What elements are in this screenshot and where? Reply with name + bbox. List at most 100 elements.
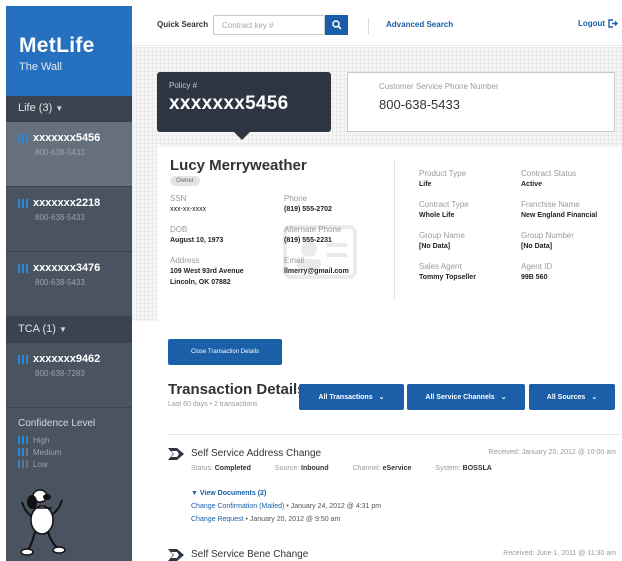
- app-name: The Wall: [19, 61, 62, 73]
- filter-transactions-dropdown[interactable]: All Transactions ⌄: [299, 384, 404, 410]
- logout-link[interactable]: Logout: [578, 19, 619, 28]
- phone-value: (819) 555-2702: [284, 206, 332, 213]
- phone-field: Phone (819) 555-2702: [284, 194, 332, 213]
- policy-number: xxxxxxx9462: [33, 353, 101, 365]
- chevron-down-icon: ⌄: [378, 394, 385, 401]
- transaction-item: Self Service Bene Change Received: June …: [168, 549, 622, 561]
- confidence-high-icon: [18, 133, 28, 143]
- policy-phone: 800-638-5433: [35, 278, 85, 287]
- sales-agent-value: Tommy Topseller: [419, 274, 476, 281]
- customer-panel: Lucy Merryweather Owner SSN xxx-xx-xxxx …: [157, 147, 622, 321]
- group-name-field: Group Name [No Data]: [419, 231, 465, 250]
- triangle-down-icon: ▼: [191, 490, 198, 497]
- confidence-high-icon: [18, 263, 28, 273]
- divider: [394, 159, 395, 299]
- customer-name: Lucy Merryweather: [170, 157, 307, 174]
- transaction-item: Self Service Address Change Received: Ja…: [168, 448, 622, 538]
- top-bar: Quick Search Advanced Search Logout: [132, 6, 622, 46]
- sidebar-section-life[interactable]: Life (3) ▼: [6, 96, 132, 122]
- sales-agent-field: Sales Agent Tommy Topseller: [419, 262, 476, 281]
- transaction-name: Self Service Bene Change: [191, 549, 309, 560]
- contract-status-field: Contract Status Active: [521, 169, 577, 188]
- customer-service-card: Customer Service Phone Number 800-638-54…: [347, 72, 615, 132]
- logout-icon: [608, 19, 619, 28]
- close-transaction-details-button[interactable]: Close Transaction Details: [168, 339, 282, 365]
- product-type-field: Product Type Life: [419, 169, 466, 188]
- sidebar-policy-item[interactable]: xxxxxxx3476 800-638-5433: [6, 252, 132, 317]
- section-label: Life (3): [18, 102, 53, 114]
- address-field: Address 109 West 93rd Avenue Lincoln, OK…: [170, 256, 244, 286]
- transaction-arrow-icon: [168, 448, 184, 460]
- sidebar-policy-item[interactable]: xxxxxxx2218 800-638-5433: [6, 187, 132, 252]
- agent-id-value: 99B 560: [521, 274, 548, 281]
- contract-type-field: Contract Type Whole Life: [419, 200, 469, 219]
- customer-service-label: Customer Service Phone Number: [379, 82, 499, 91]
- dob-value: August 10, 1973: [170, 237, 224, 244]
- chevron-down-icon: ⌄: [591, 394, 598, 401]
- quick-search-input[interactable]: [213, 15, 325, 35]
- transactions-title: Transaction Details: [168, 381, 306, 398]
- sidebar-policy-item[interactable]: xxxxxxx9462 800-638-7283: [6, 343, 132, 408]
- search-icon: [331, 20, 342, 30]
- confidence-legend-low: Low: [18, 459, 132, 469]
- contract-type-value: Whole Life: [419, 212, 455, 219]
- transaction-system: BOSSLA: [462, 465, 492, 472]
- chevron-down-icon: ⌄: [500, 394, 507, 401]
- divider: [168, 434, 622, 435]
- group-number-value: [No Data]: [521, 243, 553, 250]
- section-label: TCA (1): [18, 323, 56, 335]
- logout-label: Logout: [578, 19, 606, 28]
- policy-phone: 800-638-5433: [35, 213, 85, 222]
- policy-label: Policy #: [169, 81, 198, 90]
- product-type-value: Life: [419, 181, 432, 188]
- franchise-name-field: Franchise Name New England Financial: [521, 200, 598, 219]
- policy-number: xxxxxxx3476: [33, 262, 101, 274]
- policy-number: xxxxxxx5456: [169, 93, 289, 114]
- document-link[interactable]: Change Request: [191, 516, 244, 523]
- document-item: Change Request • January 20, 2012 @ 9:50…: [191, 516, 341, 523]
- transaction-received: Received: January 20, 2012 @ 10:00 am: [488, 449, 616, 456]
- sidebar-section-tca[interactable]: TCA (1) ▼: [6, 317, 132, 343]
- address-line2: Lincoln, OK 07882: [170, 279, 231, 286]
- policy-header: Policy # xxxxxxx5456 Customer Service Ph…: [132, 47, 622, 321]
- customer-service-phone: 800-638-5433: [379, 97, 460, 112]
- email-value: llmerry@gmail.com: [284, 268, 349, 275]
- confidence-high-icon: [18, 436, 28, 444]
- filter-sources-dropdown[interactable]: All Sources ⌄: [529, 384, 615, 410]
- confidence-medium-icon: [18, 448, 28, 456]
- brand-logo: MetLife: [19, 34, 95, 57]
- address-line1: 109 West 93rd Avenue: [170, 268, 244, 275]
- policy-number: xxxxxxx2218: [33, 197, 101, 209]
- contract-status-value: Active: [521, 181, 543, 188]
- confidence-legend-high: High: [18, 435, 132, 445]
- alternate-phone-value: (819) 555-2231: [284, 237, 332, 244]
- group-name-value: [No Data]: [419, 243, 451, 250]
- policy-phone: 800-638-5433: [35, 148, 85, 157]
- chevron-down-icon: ▼: [55, 104, 64, 113]
- agent-id-field: Agent ID 99B 560: [521, 262, 553, 281]
- confidence-legend-title: Confidence Level: [18, 418, 96, 429]
- transactions-subtitle: Last 60 days • 2 transactions: [168, 401, 258, 408]
- ssn-field: SSN xxx-xx-xxxx: [170, 194, 207, 213]
- dob-field: DOB August 10, 1973: [170, 225, 224, 244]
- transaction-channel: eService: [382, 465, 412, 472]
- view-documents-toggle[interactable]: ▼ View Documents (2): [191, 490, 266, 497]
- policy-phone: 800-638-7283: [35, 369, 85, 378]
- confidence-high-icon: [18, 354, 28, 364]
- ssn-value: xxx-xx-xxxx: [170, 206, 207, 213]
- role-badge: Owner: [170, 176, 200, 186]
- confidence-high-icon: [18, 198, 28, 208]
- sidebar: MetLife The Wall Life (3) ▼ xxxxxxx5456 …: [6, 6, 132, 561]
- group-number-field: Group Number [No Data]: [521, 231, 574, 250]
- search-button[interactable]: [325, 15, 348, 35]
- transaction-source: Inbound: [301, 465, 329, 472]
- filter-service-channels-dropdown[interactable]: All Service Channels ⌄: [407, 384, 525, 410]
- transaction-received: Received: June 1, 2011 @ 11:30 am: [503, 550, 616, 557]
- document-link[interactable]: Change Confirmation (Mailed): [191, 503, 284, 510]
- policy-number: xxxxxxx5456: [33, 132, 101, 144]
- sidebar-policy-item[interactable]: xxxxxxx5456 800-638-5433: [6, 122, 132, 187]
- franchise-name-value: New England Financial: [521, 212, 598, 219]
- advanced-search-link[interactable]: Advanced Search: [386, 20, 453, 29]
- snoopy-mascot-icon: [20, 489, 66, 556]
- transaction-arrow-icon: [168, 549, 184, 561]
